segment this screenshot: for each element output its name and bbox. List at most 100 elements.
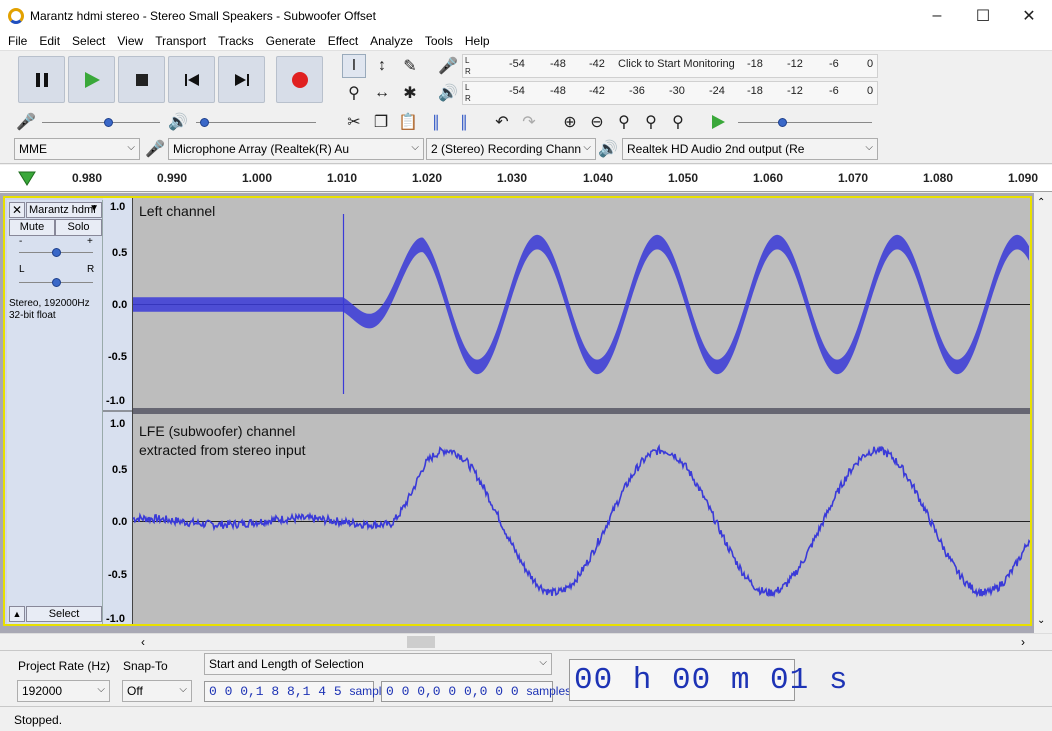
stop-icon: [135, 73, 148, 86]
meter-tick: -12: [787, 58, 803, 70]
playback-volume-icon: 🔊: [168, 114, 188, 131]
menu-transport[interactable]: Transport: [149, 34, 212, 48]
skip-to-end-button[interactable]: [218, 56, 265, 103]
menu-help[interactable]: Help: [459, 34, 496, 48]
menu-edit[interactable]: Edit: [33, 34, 66, 48]
zoom-in-button[interactable]: ⊕: [558, 110, 582, 134]
menu-analyze[interactable]: Analyze: [364, 34, 419, 48]
meter-tick: -6: [829, 85, 839, 97]
copy-button[interactable]: ❐: [369, 110, 393, 134]
window-title: Marantz hdmi stereo - Stereo Small Speak…: [30, 8, 376, 23]
timeline-tick: 1.070: [838, 171, 869, 185]
play-icon: [84, 71, 100, 88]
scroll-down-icon[interactable]: ⌄: [1037, 615, 1045, 626]
fit-project-button[interactable]: ⚲: [639, 110, 663, 134]
meter-tick: -36: [629, 85, 645, 97]
scroll-left-icon[interactable]: ‹: [141, 635, 145, 649]
timeline-tick: 0.980: [72, 171, 103, 185]
zoom-toggle-button[interactable]: ⚲: [666, 110, 690, 134]
timeline-play-head-icon[interactable]: [18, 171, 36, 187]
multi-tool-button[interactable]: ✱: [398, 81, 422, 105]
skip-to-start-button[interactable]: [168, 56, 215, 103]
vertical-scrollbar[interactable]: ⌃ ⌄: [1034, 193, 1052, 633]
pan-slider[interactable]: [52, 278, 61, 287]
envelope-tool-button[interactable]: ↕: [370, 54, 394, 78]
click-to-start-monitoring-label[interactable]: Click to Start Monitoring: [618, 58, 735, 70]
ch2-scale-label: 0.5: [112, 464, 127, 476]
menu-tracks[interactable]: Tracks: [212, 34, 260, 48]
selection-length-field[interactable]: 0 0 0,0 0 0,0 0 0 samples▼: [381, 681, 577, 702]
meter-l-label: L: [465, 83, 470, 92]
pause-button[interactable]: [18, 56, 65, 103]
timeline-ruler[interactable]: 0.980 0.990 1.000 1.010 1.020 1.030 1.04…: [0, 165, 1052, 192]
playback-device-select[interactable]: Realtek HD Audio 2nd output (Re ⌵: [622, 138, 878, 160]
play-button[interactable]: [68, 56, 115, 103]
gain-minus-label: -: [19, 236, 23, 247]
menu-file[interactable]: File: [2, 34, 33, 48]
selection-start-field[interactable]: 0 0 0,1 8 8,1 4 5 samples▼: [204, 681, 400, 702]
cut-button[interactable]: ✂: [342, 110, 366, 134]
ch2-scale-label: -0.5: [108, 569, 127, 581]
recording-channels-select[interactable]: 2 (Stereo) Recording Chann ⌵: [426, 138, 596, 160]
gain-slider[interactable]: [52, 248, 61, 257]
recording-volume-slider[interactable]: [104, 118, 113, 127]
record-meter-mic-button[interactable]: 🎤: [436, 54, 460, 78]
zoom-out-icon: ⊖: [590, 114, 604, 131]
snap-to-select[interactable]: Off ⌵: [122, 680, 192, 702]
audio-host-select[interactable]: MME ⌵: [14, 138, 140, 160]
audio-position-value: 00 h 00 m 01 s: [574, 663, 849, 698]
scroll-right-icon[interactable]: ›: [1021, 635, 1025, 649]
close-track-button[interactable]: ✕: [9, 202, 25, 218]
horizontal-scroll-thumb[interactable]: [407, 636, 435, 648]
horizontal-scrollbar[interactable]: ‹ ›: [0, 633, 1052, 650]
stop-button[interactable]: [118, 56, 165, 103]
draw-tool-button[interactable]: ✎: [398, 54, 422, 78]
selection-tool-button[interactable]: I: [342, 54, 366, 78]
waveform-display[interactable]: 1.0 0.5 0.0 -0.5 -1.0 1.0 0.5 0.0 -0.5 -…: [103, 198, 1030, 624]
fit-selection-button[interactable]: ⚲: [612, 110, 636, 134]
close-button[interactable]: ✕: [1006, 0, 1052, 31]
selection-mode-select[interactable]: Start and Length of Selection ⌵: [204, 653, 552, 675]
menu-effect[interactable]: Effect: [322, 34, 364, 48]
project-rate-select[interactable]: 192000 ⌵: [17, 680, 110, 702]
mute-button[interactable]: Mute: [9, 219, 55, 236]
scissors-icon: ✂: [347, 114, 361, 131]
menu-generate[interactable]: Generate: [260, 34, 322, 48]
selection-mode-value: Start and Length of Selection: [209, 657, 364, 671]
audio-position-display[interactable]: 00 h 00 m 01 s: [569, 659, 847, 701]
scroll-up-icon[interactable]: ⌃: [1037, 197, 1045, 208]
paste-button[interactable]: 📋: [396, 110, 420, 134]
redo-icon: ↷: [522, 114, 536, 131]
zoom-out-button[interactable]: ⊖: [585, 110, 609, 134]
timeline-tick: 1.020: [412, 171, 443, 185]
minimize-button[interactable]: –: [914, 0, 960, 31]
input-device-icon: 🎤: [145, 141, 165, 158]
menu-select[interactable]: Select: [66, 34, 111, 48]
playback-volume-slider[interactable]: [200, 118, 209, 127]
undo-button[interactable]: ↶: [490, 110, 514, 134]
redo-button[interactable]: ↷: [517, 110, 541, 134]
maximize-button[interactable]: ☐: [960, 0, 1006, 31]
selection-length-value: 0 0 0,0 0 0,0 0 0: [386, 684, 519, 699]
menu-tools[interactable]: Tools: [419, 34, 459, 48]
audio-track[interactable]: ✕ Marantz hdmi ▼ Mute Solo - + L R Stereo…: [3, 196, 1032, 626]
recording-device-select[interactable]: Microphone Array (Realtek(R) Au ⌵: [168, 138, 424, 160]
silence-button[interactable]: ∥: [452, 110, 476, 134]
solo-button[interactable]: Solo: [55, 219, 102, 236]
track-name-menu[interactable]: Marantz hdmi ▼: [26, 202, 102, 218]
select-track-button[interactable]: Select: [26, 606, 102, 622]
selection-length-unit: samples: [526, 684, 572, 698]
trim-button[interactable]: ∥: [424, 110, 448, 134]
playback-meter[interactable]: LR -54 -48 -42 -36 -30 -24 -18 -12 -6 0: [462, 81, 878, 105]
play-speed-slider[interactable]: [778, 118, 787, 127]
meter-tick: -42: [589, 58, 605, 70]
timeshift-tool-button[interactable]: ↔: [370, 81, 394, 105]
menu-view[interactable]: View: [111, 34, 149, 48]
i-beam-icon: I: [351, 57, 357, 74]
record-meter[interactable]: LR -54 -48 -42 Click to Start Monitoring…: [462, 54, 878, 78]
play-at-speed-button[interactable]: [706, 110, 730, 134]
collapse-track-button[interactable]: ▲: [9, 606, 25, 622]
play-meter-speaker-button[interactable]: 🔊: [436, 81, 460, 105]
record-button[interactable]: [276, 56, 323, 103]
zoom-tool-button[interactable]: ⚲: [342, 81, 366, 105]
